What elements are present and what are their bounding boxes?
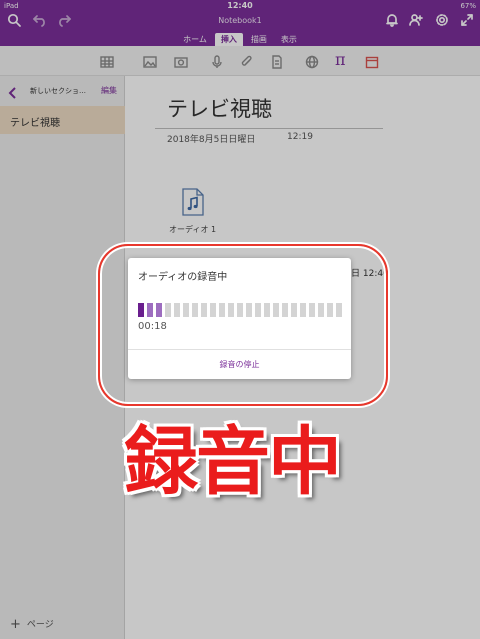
annotation-label: 録音中 (124, 419, 342, 505)
highlight-ring (98, 244, 388, 406)
